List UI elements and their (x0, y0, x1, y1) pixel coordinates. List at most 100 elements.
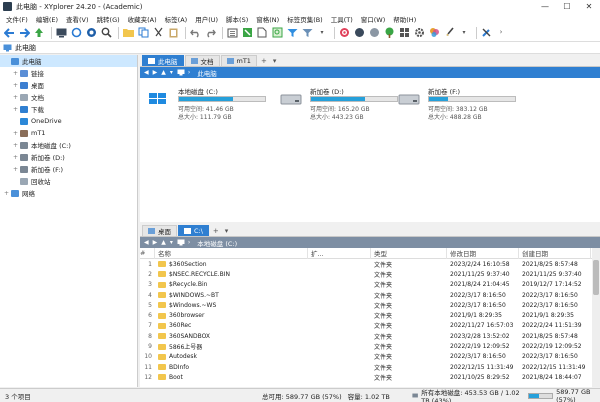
column-header-modified[interactable]: 修改日期 (447, 247, 519, 259)
table-row[interactable]: 11 BDInfo 文件夹 2022/12/15 11:31:49 2022/12/15… (140, 362, 600, 372)
menu-item-6[interactable]: 用户(U) (191, 14, 222, 24)
grid-icon[interactable] (398, 27, 410, 39)
tree-item[interactable]: + 文档 (0, 91, 137, 103)
target-icon[interactable] (85, 27, 97, 39)
tree-item[interactable]: + 下载 (0, 103, 137, 115)
menu-item-1[interactable]: 编辑(E) (32, 14, 62, 24)
dropdown-arrow-icon[interactable]: ▾ (170, 69, 173, 76)
tab[interactable]: mT1 (220, 55, 257, 66)
expand-icon[interactable]: + (12, 82, 19, 89)
more-icon[interactable]: › (495, 27, 507, 39)
table-row[interactable]: 3 $Recycle.Bin 文件夹 2021/8/24 21:04:45 2019/1… (140, 280, 600, 290)
file-icon[interactable] (256, 27, 268, 39)
menu-item-0[interactable]: 文件(F) (2, 14, 32, 24)
tab[interactable]: 桌面 (142, 225, 177, 236)
tree-item[interactable]: + 新加卷 (F:) (0, 163, 137, 175)
up-arrow-icon[interactable]: ▲ (161, 69, 166, 76)
table-row[interactable]: 9 5866上号器 文件夹 2022/2/19 12:09:52 2022/2/19 1… (140, 341, 600, 351)
tree-icon[interactable] (383, 27, 395, 39)
tab-menu-button[interactable]: ▾ (270, 55, 280, 66)
maximize-button[interactable]: ☐ (556, 0, 578, 13)
tree-item[interactable]: + 网络 (0, 187, 137, 199)
filter-icon[interactable] (286, 27, 298, 39)
list-view-icon[interactable] (226, 27, 238, 39)
column-header-num[interactable]: # (140, 247, 155, 259)
column-header-type[interactable]: 类型 (371, 247, 447, 259)
dropdown-arrow-icon[interactable]: ▾ (458, 27, 470, 39)
drive-tile[interactable]: 新加卷 (D:) 可用空间: 165.20 GB 总大小: 443.23 GB (280, 86, 398, 122)
column-header-created[interactable]: 创建日期 (519, 247, 591, 259)
tree-item[interactable]: 回收站 (0, 175, 137, 187)
tree-item[interactable]: + 本地磁盘 (C:) (0, 139, 137, 151)
table-row[interactable]: 8 360SANDBOX 文件夹 2023/2/28 13:52:02 2021/8/2… (140, 331, 600, 341)
tree-item[interactable]: + 桌面 (0, 79, 137, 91)
expand-icon[interactable]: + (12, 166, 19, 173)
tab-menu-button[interactable]: ▾ (222, 225, 232, 236)
minimize-button[interactable]: — (534, 0, 556, 13)
table-row[interactable]: 4 $WINDOWS.~BT 文件夹 2022/3/17 8:16:50 2022/3/… (140, 290, 600, 300)
table-row[interactable]: 1 $360Section 文件夹 2023/2/24 16:10:58 2021/8/… (140, 259, 600, 269)
folder-icon[interactable] (122, 27, 134, 39)
back-arrow-icon[interactable]: ◀ (144, 239, 149, 246)
expand-icon[interactable]: + (12, 94, 19, 101)
vertical-scrollbar[interactable] (592, 248, 600, 387)
target-red-icon[interactable] (338, 27, 350, 39)
expand-icon[interactable]: + (12, 130, 19, 137)
menu-item-8[interactable]: 窗格(N) (252, 14, 283, 24)
top-path-bar[interactable]: ◀ ▶ ▲ ▾ › 此电脑 (140, 67, 600, 78)
paste-icon[interactable] (167, 27, 179, 39)
gear-icon[interactable] (413, 27, 425, 39)
menu-item-9[interactable]: 标签页集(B) (283, 14, 327, 24)
refresh-icon[interactable] (70, 27, 82, 39)
up-arrow-icon[interactable] (33, 27, 45, 39)
up-arrow-icon[interactable]: ▲ (161, 239, 166, 246)
menu-item-2[interactable]: 查看(V) (62, 14, 93, 24)
forward-arrow-icon[interactable]: ▶ (153, 239, 158, 246)
expand-icon[interactable]: + (12, 154, 19, 161)
expand-icon[interactable]: + (12, 142, 19, 149)
tree-item[interactable]: OneDrive (0, 115, 137, 127)
copy-icon[interactable] (137, 27, 149, 39)
dropdown-arrow-icon[interactable]: ▾ (316, 27, 328, 39)
menu-item-5[interactable]: 标签(A) (161, 14, 192, 24)
table-row[interactable]: 12 Boot 文件夹 2021/10/25 8:29:52 2021/8/24 18:… (140, 372, 600, 382)
scrollbar-thumb[interactable] (593, 260, 599, 295)
close-button[interactable]: ✕ (578, 0, 600, 13)
undo-icon[interactable] (189, 27, 201, 39)
tab[interactable]: C:\ (178, 225, 209, 236)
tree-item[interactable]: 此电脑 (0, 55, 137, 67)
table-row[interactable]: 2 $NSEC.RECYCLE.BIN 文件夹 2021/11/25 9:37:40 2… (140, 269, 600, 279)
column-header-ext[interactable]: 扩... (308, 247, 371, 259)
back-arrow-icon[interactable]: ◀ (144, 69, 149, 76)
table-row[interactable]: 6 360browser 文件夹 2021/9/1 8:29:35 2021/9/1 8… (140, 310, 600, 320)
forward-arrow-icon[interactable] (18, 27, 30, 39)
drive-tile[interactable]: 新加卷 (F:) 可用空间: 383.12 GB 总大小: 488.28 GB (398, 86, 516, 122)
tab[interactable]: 文档 (184, 55, 220, 66)
circle-dark-icon[interactable] (353, 27, 365, 39)
drive-tile[interactable]: 本地磁盘 (C:) 可用空间: 41.46 GB 总大小: 111.79 GB (148, 86, 266, 122)
menu-item-12[interactable]: 帮助(H) (389, 14, 420, 24)
magnifier-icon[interactable] (271, 27, 283, 39)
funnel-icon[interactable] (301, 27, 313, 39)
table-row[interactable]: 5 $Windows.~WS 文件夹 2022/3/17 8:16:50 2022/3/… (140, 300, 600, 310)
search-icon[interactable] (100, 27, 112, 39)
dropdown-arrow-icon[interactable]: ▾ (170, 239, 173, 246)
cut-icon[interactable] (152, 27, 164, 39)
expand-icon[interactable]: + (3, 190, 10, 197)
menu-item-10[interactable]: 工具(T) (327, 14, 357, 24)
expand-icon[interactable]: + (12, 70, 19, 77)
circle-gray-icon[interactable] (368, 27, 380, 39)
tree-item[interactable]: + mT1 (0, 127, 137, 139)
back-arrow-icon[interactable] (3, 27, 15, 39)
column-header-name[interactable]: 名称 (155, 247, 308, 259)
monitor-icon[interactable] (55, 27, 67, 39)
tools-icon[interactable] (480, 27, 492, 39)
color-palette-icon[interactable] (428, 27, 440, 39)
tab[interactable]: 此电脑 (142, 55, 184, 66)
forward-arrow-icon[interactable]: ▶ (153, 69, 158, 76)
tree-item[interactable]: + 新加卷 (D:) (0, 151, 137, 163)
phone-icon[interactable] (241, 27, 253, 39)
redo-icon[interactable] (204, 27, 216, 39)
menu-item-4[interactable]: 收藏夹(A) (124, 14, 161, 24)
menu-item-7[interactable]: 脚本(S) (222, 14, 252, 24)
